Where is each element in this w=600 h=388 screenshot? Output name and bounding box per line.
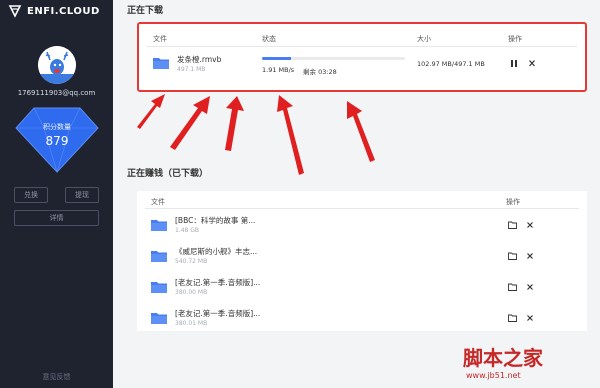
download-progress-fill <box>262 57 291 60</box>
open-folder-icon[interactable] <box>508 283 517 294</box>
folder-icon <box>151 220 167 231</box>
earning-header-file: 文件 <box>151 198 165 206</box>
header-divider <box>147 46 577 47</box>
folder-icon <box>151 251 167 262</box>
earning-file-name: [老友记.第一季.音频版]... <box>175 309 261 318</box>
earning-title: 正在赚钱（已下载） <box>127 169 209 179</box>
download-size-progress: 102.97 MB/497.1 MB <box>417 60 485 68</box>
remove-icon[interactable] <box>526 252 534 263</box>
header-actions: 操作 <box>508 35 522 43</box>
earning-file-size: 380.01 MB <box>175 320 208 327</box>
earning-header-divider <box>145 208 579 209</box>
earning-file-size: 540.72 MB <box>175 258 208 265</box>
download-speed: 1.91 MB/s <box>262 66 295 74</box>
remove-icon[interactable] <box>526 283 534 294</box>
brand-logo[interactable]: ENFI.CLOUD <box>8 4 100 18</box>
list-item: 《威尼斯的小舰》丰志... 540.72 MB <box>137 242 587 272</box>
folder-icon <box>153 58 169 69</box>
earning-file-size: 380.00 MB <box>175 289 208 296</box>
download-file-name: 发条橙.rmvb <box>177 55 222 64</box>
details-button[interactable]: 详情 <box>14 210 99 226</box>
avatar-image <box>38 46 76 84</box>
header-status: 状态 <box>262 35 276 43</box>
app-window: ENFI.CLOUD 1769111903@qq.com 积分数量 879 兑换… <box>0 0 600 388</box>
points-label: 积分数量 <box>43 123 71 131</box>
open-folder-icon[interactable] <box>508 314 517 325</box>
header-file: 文件 <box>153 35 167 43</box>
list-item: [BBC：科学的故事 第... 1.48 GB <box>137 211 587 241</box>
earning-file-name: [BBC：科学的故事 第... <box>175 216 256 225</box>
header-size: 大小 <box>417 35 431 43</box>
avatar[interactable] <box>38 46 76 84</box>
downloading-panel: 文件 状态 大小 操作 发条橙.rmvb 497.1 MB 1.91 MB/s … <box>137 22 587 92</box>
cancel-download-icon[interactable] <box>528 59 536 71</box>
sidebar: ENFI.CLOUD 1769111903@qq.com 积分数量 879 兑换… <box>0 0 113 388</box>
earning-panel: 文件 操作 [BBC：科学的故事 第... 1.48 GB 《威尼斯的小舰》丰志… <box>137 191 587 331</box>
earning-file-name: [老友记.第一季.音频版]... <box>175 278 261 287</box>
watermark-title: 脚本之家 <box>463 346 543 370</box>
logo-icon <box>8 5 22 18</box>
downloading-title: 正在下载 <box>127 6 164 16</box>
redeem-button[interactable]: 兑换 <box>14 187 48 203</box>
open-folder-icon[interactable] <box>508 252 517 263</box>
watermark-url: www.jb51.net <box>466 371 521 380</box>
earning-file-name: 《威尼斯的小舰》丰志... <box>175 247 258 256</box>
list-item: [老友记.第一季.音频版]... 380.00 MB <box>137 273 587 303</box>
withdraw-button[interactable]: 提现 <box>65 187 99 203</box>
earning-header-actions: 操作 <box>506 198 520 206</box>
remove-icon[interactable] <box>526 314 534 325</box>
download-remaining: 剩余 03:28 <box>303 68 337 76</box>
folder-icon <box>151 313 167 324</box>
download-progress-bar <box>262 57 405 60</box>
download-file-size: 497.1 MB <box>177 66 206 73</box>
pause-icon[interactable] <box>510 59 518 71</box>
brand-name: ENFI.CLOUD <box>27 5 100 17</box>
remove-icon[interactable] <box>526 221 534 232</box>
open-folder-icon[interactable] <box>508 221 517 232</box>
feedback-link[interactable]: 意见反馈 <box>0 372 113 382</box>
points-value: 879 <box>45 134 69 148</box>
list-item: [老友记.第一季.音频版]... 380.01 MB <box>137 304 587 334</box>
earning-file-size: 1.48 GB <box>175 227 200 234</box>
main-content: 正在下载 文件 状态 大小 操作 发条橙.rmvb 497.1 MB 1.91 … <box>113 0 600 388</box>
user-email: 1769111903@qq.com <box>17 89 96 97</box>
folder-icon <box>151 282 167 293</box>
